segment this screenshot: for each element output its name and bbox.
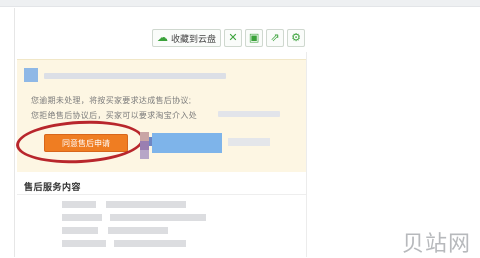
- share-button[interactable]: ⇗: [266, 29, 285, 47]
- content-right-border: [306, 52, 307, 257]
- save-button[interactable]: ▣: [245, 29, 264, 47]
- left-border: [14, 8, 15, 257]
- settings-button[interactable]: ⚙: [287, 29, 306, 47]
- section-divider: [17, 194, 306, 195]
- blurred-heading: [44, 73, 226, 79]
- expand-button[interactable]: ✕: [224, 29, 243, 47]
- pixelation-block: [140, 150, 149, 159]
- blurred-row-value: [114, 240, 186, 247]
- blurred-button: [152, 133, 222, 153]
- cloud-icon: ☁: [157, 31, 168, 44]
- page-toolbar: ☁ 收藏到云盘 ✕ ▣ ⇗ ⚙: [152, 29, 306, 49]
- blurred-row-label: [62, 227, 98, 234]
- save-to-cloud-label: 收藏到云盘: [171, 33, 217, 44]
- section-title: 售后服务内容: [24, 182, 82, 192]
- save-to-cloud-button[interactable]: ☁ 收藏到云盘: [152, 29, 222, 47]
- blurred-row-value: [106, 201, 186, 208]
- blurred-row-label: [62, 214, 102, 221]
- notice-blurred-icon: [24, 68, 38, 82]
- expand-icon: ✕: [228, 31, 238, 44]
- watermark: 贝站网: [402, 232, 472, 257]
- blurred-row-value: [108, 227, 168, 234]
- notice-line-2: 您拒绝售后协议后，买家可以要求淘宝介入处: [31, 111, 197, 120]
- blurred-text: [228, 138, 270, 146]
- blurred-text: [218, 111, 280, 117]
- pixelation-block: [140, 141, 149, 150]
- blurred-row-label: [62, 201, 96, 208]
- pixelation-block: [140, 132, 149, 141]
- settings-icon: ⚙: [291, 31, 301, 44]
- notice-line-1: 您逾期未处理，将按买家要求达成售后协议;: [31, 96, 192, 105]
- share-icon: ⇗: [270, 31, 280, 44]
- browser-top-strip: [0, 0, 480, 7]
- blurred-row-label: [62, 240, 106, 247]
- save-icon: ▣: [248, 31, 260, 44]
- blurred-row-value: [110, 214, 206, 221]
